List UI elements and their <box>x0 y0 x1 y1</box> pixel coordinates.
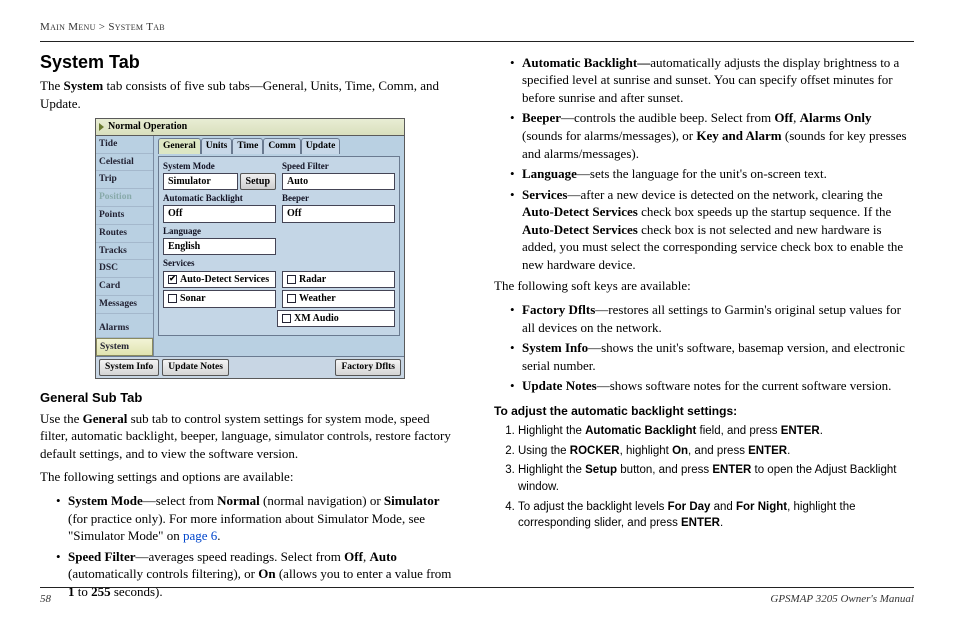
label-sysmode: System Mode <box>163 160 276 172</box>
sidebar-item[interactable]: Tracks <box>96 243 153 261</box>
tab-units[interactable]: Units <box>201 138 233 154</box>
sidebar-item[interactable]: Routes <box>96 225 153 243</box>
softkey-update-notes[interactable]: Update Notes <box>162 359 229 376</box>
step: Highlight the Automatic Backlight field,… <box>518 423 914 440</box>
play-icon <box>99 123 104 131</box>
list-item: Services—after a new device is detected … <box>510 186 914 274</box>
procedure-head: To adjust the automatic backlight settin… <box>494 403 914 419</box>
tab-comm[interactable]: Comm <box>263 138 300 154</box>
label-lang: Language <box>163 225 276 237</box>
check-autodetect[interactable]: ✔Auto-Detect Services <box>163 271 276 289</box>
sidebar-item[interactable]: Trip <box>96 171 153 189</box>
left-bullet-list: System Mode—select from Normal (normal n… <box>40 492 460 600</box>
breadcrumb-a: Main Menu <box>40 21 96 33</box>
device-tabs: General Units Time Comm Update <box>158 138 400 154</box>
label-services: Services <box>163 257 395 269</box>
check-radar[interactable]: Radar <box>282 271 395 289</box>
field-sysmode[interactable]: Simulator <box>163 173 238 191</box>
step: To adjust the backlight levels For Day a… <box>518 499 914 532</box>
content-columns: System Tab The System tab consists of fi… <box>40 50 914 604</box>
field-lang[interactable]: English <box>163 238 276 256</box>
breadcrumb-b: System Tab <box>108 21 165 33</box>
field-speed[interactable]: Auto <box>282 173 395 191</box>
header-rule <box>40 41 914 42</box>
sidebar-item[interactable]: Tide <box>96 136 153 154</box>
softkey-factory-dflts[interactable]: Factory Dflts <box>335 359 401 376</box>
doc-title: GPSMAP 3205 Owner's Manual <box>770 592 914 607</box>
list-item: Factory Dflts—restores all settings to G… <box>510 301 914 336</box>
sidebar-item[interactable]: Card <box>96 278 153 296</box>
right-column: Automatic Backlight—automatically adjust… <box>494 50 914 604</box>
check-xm[interactable]: XM Audio <box>277 310 395 328</box>
page-link[interactable]: page 6 <box>183 528 217 543</box>
device-softkeys: System Info Update Notes Factory Dflts <box>96 356 404 378</box>
list-item: Automatic Backlight—automatically adjust… <box>510 54 914 107</box>
procedure-steps: Highlight the Automatic Backlight field,… <box>494 423 914 532</box>
softkey-bullet-list: Factory Dflts—restores all settings to G… <box>494 301 914 395</box>
softkeys-intro: The following soft keys are available: <box>494 277 914 295</box>
device-sidebar: Tide Celestial Trip Position Points Rout… <box>96 136 154 357</box>
tab-update[interactable]: Update <box>301 138 341 154</box>
list-item: Update Notes—shows software notes for th… <box>510 377 914 395</box>
breadcrumb: Main Menu > System Tab <box>40 20 914 35</box>
list-item: System Mode—select from Normal (normal n… <box>56 492 460 545</box>
settings-avail: The following settings and options are a… <box>40 468 460 486</box>
device-panel: System Mode Simulator Setup Speed Filter… <box>158 156 400 337</box>
page-footer: 58 GPSMAP 3205 Owner's Manual <box>40 587 914 607</box>
left-column: System Tab The System tab consists of fi… <box>40 50 460 604</box>
sidebar-item[interactable]: Points <box>96 207 153 225</box>
list-item: System Info—shows the unit's software, b… <box>510 339 914 374</box>
sidebar-item-selected[interactable]: System <box>96 338 153 357</box>
step: Using the ROCKER, highlight On, and pres… <box>518 443 914 460</box>
breadcrumb-sep: > <box>99 21 106 33</box>
device-titlebar: Normal Operation <box>96 119 404 136</box>
field-autob[interactable]: Off <box>163 205 276 223</box>
general-subtab-head: General Sub Tab <box>40 389 460 407</box>
sidebar-item[interactable]: Position <box>96 189 153 207</box>
device-title: Normal Operation <box>108 120 187 134</box>
label-speed: Speed Filter <box>282 160 395 172</box>
sidebar-item[interactable]: Messages <box>96 296 153 314</box>
sidebar-item[interactable]: DSC <box>96 260 153 278</box>
label-autob: Automatic Backlight <box>163 192 276 204</box>
tab-general[interactable]: General <box>158 138 201 154</box>
sidebar-item[interactable]: Celestial <box>96 154 153 172</box>
list-item: Beeper—controls the audible beep. Select… <box>510 109 914 162</box>
step: Highlight the Setup button, and press EN… <box>518 462 914 495</box>
device-main: General Units Time Comm Update System Mo… <box>154 136 404 357</box>
tab-time[interactable]: Time <box>232 138 263 154</box>
label-beeper: Beeper <box>282 192 395 204</box>
setup-button[interactable]: Setup <box>240 173 276 191</box>
sidebar-item[interactable]: Alarms <box>96 320 153 338</box>
intro-para: The System tab consists of five sub tabs… <box>40 77 460 112</box>
check-weather[interactable]: Weather <box>282 290 395 308</box>
general-subtab-para: Use the General sub tab to control syste… <box>40 410 460 463</box>
list-item: Language—sets the language for the unit'… <box>510 165 914 183</box>
page-title: System Tab <box>40 50 460 74</box>
right-bullet-list: Automatic Backlight—automatically adjust… <box>494 54 914 274</box>
field-beeper[interactable]: Off <box>282 205 395 223</box>
check-sonar[interactable]: Sonar <box>163 290 276 308</box>
softkey-system-info[interactable]: System Info <box>99 359 159 376</box>
device-screenshot: Normal Operation Tide Celestial Trip Pos… <box>95 118 405 379</box>
page-number: 58 <box>40 592 51 607</box>
